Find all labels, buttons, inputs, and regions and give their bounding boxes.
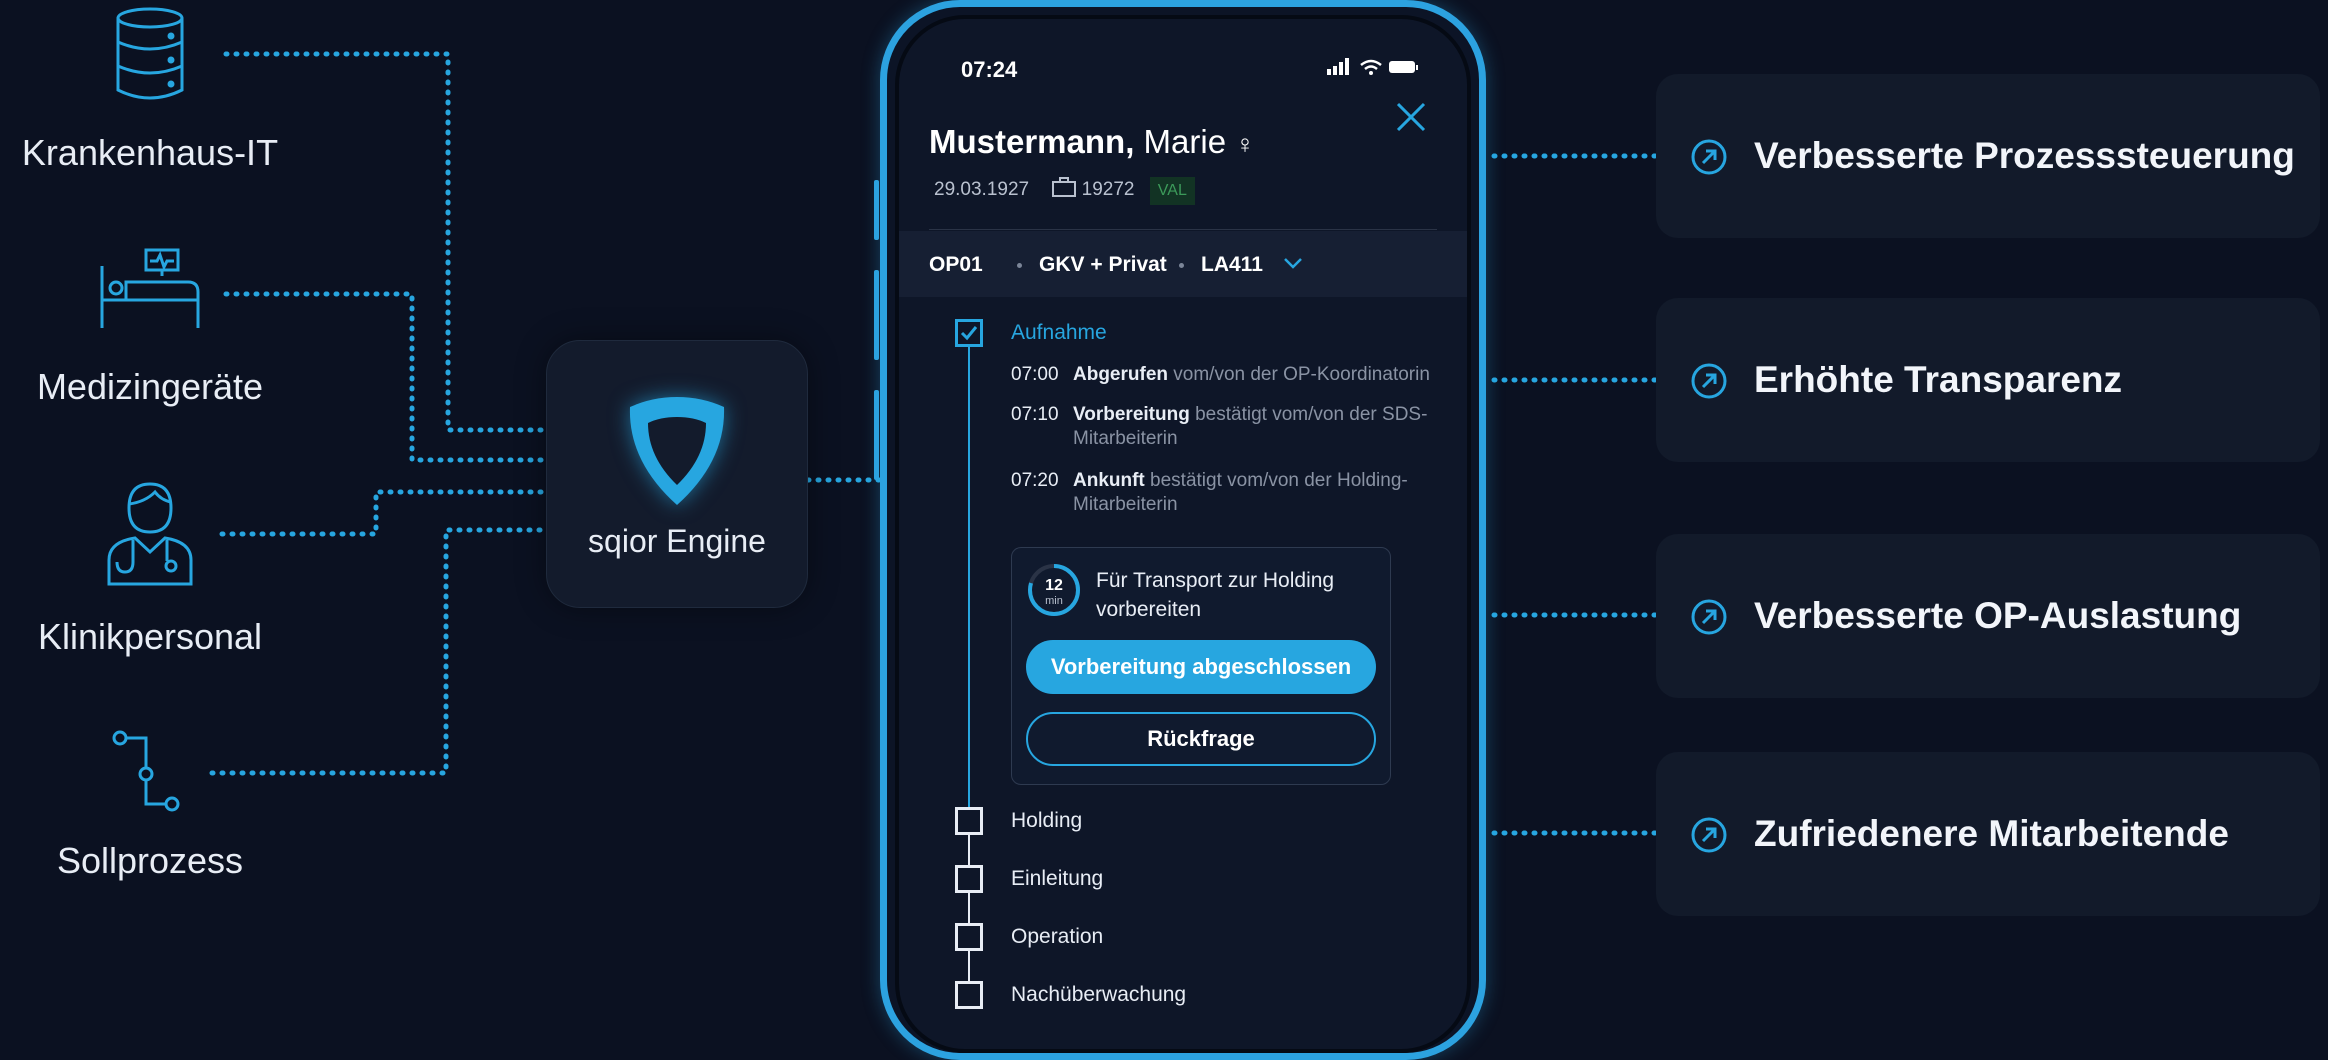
timer-unit: min bbox=[1045, 595, 1063, 607]
infographic: Krankenhaus-IT Medizingeräte Klinikperso… bbox=[0, 0, 2328, 1060]
sqior-engine-card: sqior Engine bbox=[546, 340, 808, 608]
benefit-label: Zufriedenere Mitarbeitende bbox=[1754, 813, 2229, 854]
benefit-card: Zufriedenere Mitarbeitende bbox=[1656, 752, 2320, 916]
engine-label: sqior Engine bbox=[588, 523, 766, 559]
patient-first-name: Marie bbox=[1143, 123, 1227, 160]
step-label-holding: Holding bbox=[1011, 809, 1083, 832]
checkmark-icon bbox=[960, 326, 978, 341]
doctor-stethoscope-icon bbox=[107, 482, 193, 586]
step-label-aufnahme: Aufnahme bbox=[1011, 321, 1107, 344]
phone-mockup: 07:24 Mustermann, Marie ♀ 29.03.1927 192… bbox=[880, 0, 1486, 1060]
step-checkbox-nachueberwachung[interactable] bbox=[955, 981, 983, 1009]
source-klinikpersonal: Klinikpersonal bbox=[0, 480, 300, 658]
benefit-card: Verbesserte OP-Auslastung bbox=[1656, 534, 2320, 698]
source-krankenhaus-it: Krankenhaus-IT bbox=[0, 6, 300, 174]
event-row: 07:10 Vorbereitung bestätigt vom/von der … bbox=[1011, 404, 1428, 449]
arrow-up-right-circle-icon bbox=[1691, 817, 1727, 853]
phone-screen: 07:24 Mustermann, Marie ♀ 29.03.1927 192… bbox=[895, 15, 1471, 1053]
source-label: Sollprozess bbox=[56, 840, 244, 881]
task-card: 12 min Für Transport zur Holding vorbere… bbox=[1011, 547, 1391, 785]
step-checkbox-holding[interactable] bbox=[955, 807, 983, 835]
process-flow-icon bbox=[112, 730, 180, 812]
case-tags-bar[interactable]: OP01 GKV + Privat LA411 bbox=[899, 231, 1467, 297]
step-label-operation: Operation bbox=[1011, 925, 1104, 948]
benefit-label: Verbesserte Prozesssteuerung bbox=[1754, 135, 2295, 176]
timer-value: 12 bbox=[1045, 577, 1063, 594]
benefit-label: Verbesserte OP-Auslastung bbox=[1754, 595, 2242, 636]
source-label: Medizingeräte bbox=[36, 366, 264, 407]
arrow-up-right-circle-icon bbox=[1691, 139, 1727, 175]
step-checkbox-operation[interactable] bbox=[955, 923, 983, 951]
benefit-label: Erhöhte Transparenz bbox=[1754, 359, 2123, 400]
step-label-nachueberwachung: Nachüberwachung bbox=[1011, 983, 1187, 1006]
benefit-card: Verbesserte Prozesssteuerung bbox=[1656, 74, 2320, 238]
database-icon bbox=[116, 7, 184, 100]
inquiry-button[interactable]: Rückfrage bbox=[1026, 712, 1376, 766]
hospital-bed-monitor-icon bbox=[100, 248, 200, 328]
case-id: 19272 bbox=[1081, 179, 1135, 200]
source-label: Klinikpersonal bbox=[37, 616, 263, 657]
tag-code: LA411 bbox=[1201, 253, 1263, 276]
timer-ring-icon: 12 min bbox=[1028, 564, 1080, 616]
gender-symbol: ♀ bbox=[1235, 129, 1255, 159]
tag-room: OP01 bbox=[929, 253, 983, 276]
source-sollprozess: Sollprozess bbox=[0, 730, 300, 882]
arrow-up-right-circle-icon bbox=[1691, 363, 1727, 399]
status-bar-icons bbox=[1327, 58, 1418, 75]
separator-dot bbox=[1017, 263, 1022, 268]
status-badge: VAL bbox=[1149, 177, 1195, 205]
sqior-shield-icon bbox=[629, 397, 725, 505]
step-checkbox-einleitung[interactable] bbox=[955, 865, 983, 893]
patient-name: Mustermann, Marie ♀ bbox=[929, 123, 1255, 161]
task-title: Für Transport zur Holding vorbereiten bbox=[1096, 569, 1335, 621]
source-medizingeraete: Medizingeräte bbox=[0, 248, 300, 408]
phone-side-button bbox=[874, 390, 879, 480]
arrow-up-right-circle-icon bbox=[1691, 599, 1727, 635]
source-label: Krankenhaus-IT bbox=[21, 132, 279, 173]
patient-meta: 29.03.1927 19272 VAL bbox=[934, 177, 1195, 205]
close-icon[interactable] bbox=[1395, 101, 1427, 133]
step-checkbox-aufnahme[interactable] bbox=[955, 319, 983, 347]
event-row: 07:00 Abgerufen vom/von der OP-Koordinato… bbox=[1011, 364, 1430, 385]
phone-side-button bbox=[874, 180, 879, 240]
divider bbox=[929, 229, 1437, 230]
timeline-line-lower bbox=[968, 821, 970, 991]
event-row: 07:20 Ankunft bestätigt vom/von der Holdi… bbox=[1011, 470, 1408, 515]
preparation-done-button[interactable]: Vorbereitung abgeschlossen bbox=[1026, 640, 1376, 694]
benefit-card: Erhöhte Transparenz bbox=[1656, 298, 2320, 462]
timeline-line bbox=[968, 341, 970, 821]
birthdate: 29.03.1927 bbox=[934, 179, 1030, 200]
briefcase-icon bbox=[1052, 177, 1077, 197]
step-label-einleitung: Einleitung bbox=[1011, 867, 1104, 890]
status-bar-time: 07:24 bbox=[961, 57, 1018, 82]
patient-last-name: Mustermann, bbox=[929, 123, 1135, 160]
separator-dot bbox=[1179, 263, 1184, 268]
phone-side-button bbox=[874, 270, 879, 360]
tag-insurance: GKV + Privat bbox=[1039, 253, 1167, 276]
chevron-down-icon[interactable] bbox=[1283, 257, 1303, 269]
